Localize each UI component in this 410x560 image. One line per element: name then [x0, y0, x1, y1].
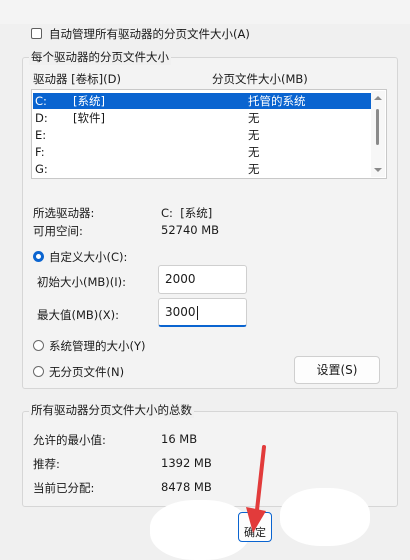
obscured-area-right [280, 488, 370, 546]
max-size-input[interactable]: 3000 [158, 298, 247, 327]
totals-group-title: 所有驱动器分页文件大小的总数 [29, 402, 194, 418]
drive-row-g[interactable]: G: 无 [33, 161, 371, 177]
drive-label: [软件] [73, 111, 105, 125]
drive-letter: F: [35, 145, 45, 159]
scrollbar-thumb[interactable] [376, 109, 379, 145]
drive-letter: G: [35, 162, 48, 176]
drive-row-c[interactable]: C: [系统] 托管的系统 [33, 93, 371, 109]
scroll-up-icon[interactable] [374, 96, 382, 100]
auto-manage-label[interactable]: 自动管理所有驱动器的分页文件大小(A) [49, 26, 250, 42]
per-drive-group-title: 每个驱动器的分页文件大小 [29, 49, 171, 65]
max-size-value: 3000 [165, 305, 196, 319]
drive-size: 无 [248, 128, 260, 142]
window-top-edge [0, 0, 410, 24]
obscured-area-left [150, 500, 250, 560]
set-button[interactable]: 设置(S) [294, 356, 380, 384]
min-size-label: 允许的最小值: [33, 433, 106, 447]
drive-label: [系统] [73, 94, 105, 108]
drive-letter: C: [35, 94, 47, 108]
free-space-label: 可用空间: [33, 224, 83, 238]
column-drive-header: 驱动器 [卷标](D) [33, 72, 121, 86]
initial-size-label: 初始大小(MB)(I): [37, 275, 127, 289]
text-caret [196, 305, 198, 320]
custom-size-label[interactable]: 自定义大小(C): [49, 249, 127, 265]
drive-size: 无 [248, 111, 260, 125]
min-size-value: 16 MB [161, 432, 198, 446]
initial-size-input[interactable]: 2000 [158, 265, 247, 294]
drive-size: 无 [248, 162, 260, 176]
scroll-down-icon[interactable] [374, 168, 382, 172]
drive-letter: D: [35, 111, 48, 125]
custom-size-radio[interactable] [33, 251, 44, 262]
initial-size-value: 2000 [165, 272, 196, 286]
selected-drive-value: C: [系统] [161, 206, 213, 220]
drive-list[interactable]: C: [系统] 托管的系统 D: [软件] 无 E: 无 F: 无 G: 无 [31, 89, 387, 179]
drive-row-e[interactable]: E: 无 [33, 127, 371, 143]
current-allocated-label: 当前已分配: [33, 481, 95, 495]
current-allocated-value: 8478 MB [161, 480, 212, 494]
max-size-label: 最大值(MB)(X): [37, 308, 120, 322]
selected-drive-label: 所选驱动器: [33, 206, 95, 220]
drive-list-scrollbar[interactable] [371, 91, 385, 177]
free-space-value: 52740 MB [161, 223, 220, 237]
recommended-label: 推荐: [33, 457, 60, 471]
drive-size: 托管的系统 [248, 94, 306, 108]
auto-manage-checkbox[interactable] [31, 28, 42, 39]
system-managed-radio[interactable] [33, 340, 44, 351]
no-paging-label[interactable]: 无分页文件(N) [49, 364, 124, 380]
drive-row-f[interactable]: F: 无 [33, 144, 371, 160]
drive-letter: E: [35, 128, 47, 142]
recommended-value: 1392 MB [161, 456, 212, 470]
drive-size: 无 [248, 145, 260, 159]
no-paging-radio[interactable] [33, 366, 44, 377]
column-size-header: 分页文件大小(MB) [212, 72, 308, 86]
drive-row-d[interactable]: D: [软件] 无 [33, 110, 371, 126]
annotation-arrow-icon [246, 445, 266, 533]
system-managed-label[interactable]: 系统管理的大小(Y) [49, 338, 146, 354]
